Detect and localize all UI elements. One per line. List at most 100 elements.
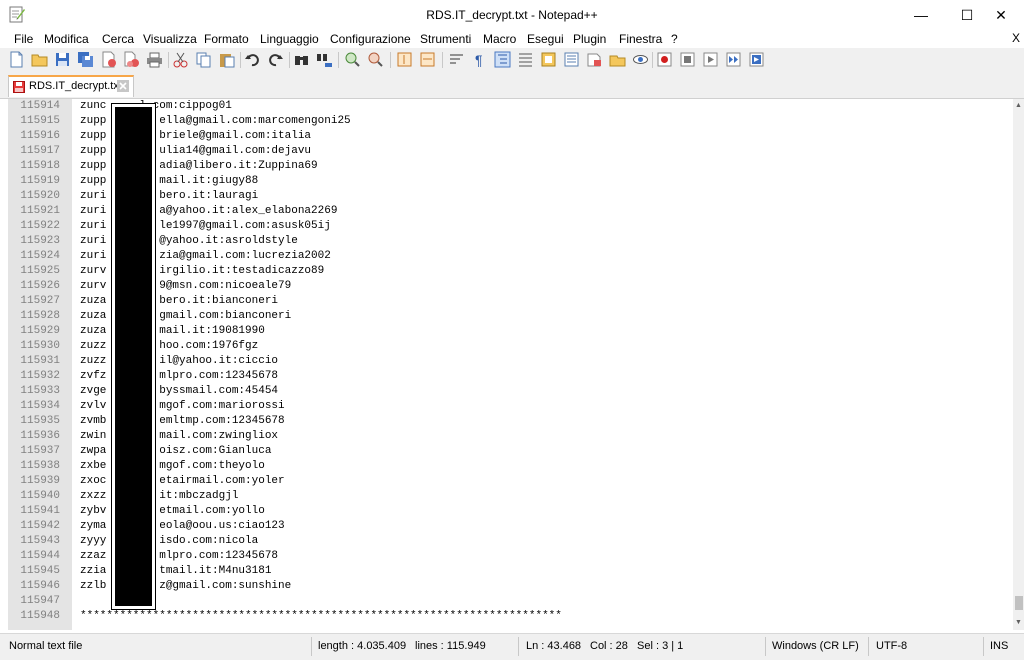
menu-formato[interactable]: Formato	[204, 32, 249, 46]
sync-vertical-icon[interactable]	[396, 51, 413, 68]
line-text[interactable]: zvge byssmail.com:45454	[80, 384, 278, 399]
editor-line[interactable]: 115928 zuza gmail.com:bianconeri	[8, 309, 1012, 324]
monitoring-icon[interactable]	[609, 51, 626, 68]
editor-line[interactable]: 115943 zyyy isdo.com:nicola	[8, 534, 1012, 549]
zoom-in-icon[interactable]	[344, 51, 361, 68]
save-all-icon[interactable]	[77, 51, 94, 68]
menu-file[interactable]: File	[14, 32, 33, 46]
editor-line[interactable]: 115937 zwpa oisz.com:Gianluca	[8, 444, 1012, 459]
indent-guide-icon[interactable]	[494, 51, 511, 68]
line-text[interactable]: zvmb emltmp.com:12345678	[80, 414, 285, 429]
line-text[interactable]: zwpa oisz.com:Gianluca	[80, 444, 271, 459]
line-text[interactable]: zzia tmail.it:M4nu3181	[80, 564, 271, 579]
find-icon[interactable]	[293, 51, 310, 68]
menu-plugin[interactable]: Plugin	[573, 32, 606, 46]
editor-line[interactable]: 115936 zwin mail.com:zwingliox	[8, 429, 1012, 444]
line-text[interactable]: zvlv mgof.com:mariorossi	[80, 399, 285, 414]
editor-line[interactable]: 115929 zuza mail.it:19081990	[8, 324, 1012, 339]
close-document-button[interactable]: X	[1012, 31, 1020, 45]
play-macro-icon[interactable]	[702, 51, 719, 68]
tab-close-icon[interactable]	[117, 80, 129, 92]
replace-icon[interactable]	[316, 51, 333, 68]
line-text[interactable]: zwin mail.com:zwingliox	[80, 429, 278, 444]
zoom-out-icon[interactable]	[367, 51, 384, 68]
editor-line[interactable]: 115933 zvge byssmail.com:45454	[8, 384, 1012, 399]
menu-visualizza[interactable]: Visualizza	[143, 32, 197, 46]
editor-line[interactable]: 115920 zuri bero.it:lauragi	[8, 189, 1012, 204]
vertical-scrollbar[interactable]: ▲ ▼	[1013, 99, 1024, 630]
window-close-button[interactable]: ✕	[978, 0, 1024, 30]
editor-line[interactable]: 115919 zupp mail.it:giugy88	[8, 174, 1012, 189]
menu-esegui[interactable]: Esegui	[527, 32, 564, 46]
undo-icon[interactable]	[244, 51, 261, 68]
line-text[interactable]: zupp mail.it:giugy88	[80, 174, 258, 189]
line-text[interactable]: zybv etmail.com:yollo	[80, 504, 265, 519]
editor-line[interactable]: 115917 zupp ulia14@gmail.com:dejavu	[8, 144, 1012, 159]
record-macro-icon[interactable]	[656, 51, 673, 68]
editor-line[interactable]: 115938 zxbe mgof.com:theyolo	[8, 459, 1012, 474]
text-editor[interactable]: 115914 zunc l.com:cippog01 115915 zupp ella…	[8, 99, 1012, 630]
paste-icon[interactable]	[218, 51, 235, 68]
function-list-icon[interactable]	[563, 51, 580, 68]
line-text[interactable]: ****************************************…	[80, 609, 562, 624]
line-text[interactable]: zuzz hoo.com:1976fgz	[80, 339, 258, 354]
editor-line[interactable]: 115941 zybv etmail.com:yollo	[8, 504, 1012, 519]
tab-rds-decrypt[interactable]: RDS.IT_decrypt.txt	[8, 75, 134, 97]
word-wrap-icon[interactable]	[448, 51, 465, 68]
editor-line[interactable]: 115930 zuzz hoo.com:1976fgz	[8, 339, 1012, 354]
editor-line[interactable]: 115923 zuri @yahoo.it:asroldstyle	[8, 234, 1012, 249]
editor-line[interactable]: 115918 zupp adia@libero.it:Zuppina69	[8, 159, 1012, 174]
cut-icon[interactable]	[172, 51, 189, 68]
editor-line[interactable]: 115925 zurv irgilio.it:testadicazzo89	[8, 264, 1012, 279]
save-icon[interactable]	[54, 51, 71, 68]
show-all-chars-icon[interactable]: ¶	[471, 51, 488, 68]
editor-line[interactable]: 115922 zuri le1997@gmail.com:asusk05ij	[8, 219, 1012, 234]
line-text[interactable]: zxoc etairmail.com:yoler	[80, 474, 285, 489]
editor-line[interactable]: 115935 zvmb emltmp.com:12345678	[8, 414, 1012, 429]
editor-line[interactable]: 115939 zxoc etairmail.com:yoler	[8, 474, 1012, 489]
menu-cerca[interactable]: Cerca	[102, 32, 134, 46]
line-text[interactable]: zyyy isdo.com:nicola	[80, 534, 258, 549]
line-text[interactable]: zuzz il@yahoo.it:ciccio	[80, 354, 278, 369]
close-icon[interactable]	[100, 51, 117, 68]
copy-icon[interactable]	[195, 51, 212, 68]
line-text[interactable]: zyma eola@oou.us:ciao123	[80, 519, 285, 534]
editor-line[interactable]: 115940 zxzz it:mbczadgjl	[8, 489, 1012, 504]
minimize-button[interactable]: —	[898, 0, 944, 30]
menu-help[interactable]: ?	[671, 32, 678, 46]
menu-linguaggio[interactable]: Linguaggio	[260, 32, 319, 46]
editor-line[interactable]: 115945 zzia tmail.it:M4nu3181	[8, 564, 1012, 579]
new-file-icon[interactable]	[8, 51, 25, 68]
editor-line[interactable]: 115932 zvfz mlpro.com:12345678	[8, 369, 1012, 384]
line-text[interactable]: zuza mail.it:19081990	[80, 324, 265, 339]
line-text[interactable]: zuza bero.it:bianconeri	[80, 294, 278, 309]
folder-workspace-icon[interactable]	[586, 51, 603, 68]
editor-line[interactable]: 115948 **********************************…	[8, 609, 1012, 624]
line-text[interactable]: zunc l.com:cippog01	[80, 99, 232, 114]
print-icon[interactable]	[146, 51, 163, 68]
udl-icon[interactable]	[517, 51, 534, 68]
redo-icon[interactable]	[267, 51, 284, 68]
scroll-thumb[interactable]	[1015, 596, 1023, 610]
menu-strumenti[interactable]: Strumenti	[420, 32, 471, 46]
editor-line[interactable]: 115915 zupp ella@gmail.com:marcomengoni25	[8, 114, 1012, 129]
menu-macro[interactable]: Macro	[483, 32, 516, 46]
editor-line[interactable]: 115926 zurv 9@msn.com:nicoeale79	[8, 279, 1012, 294]
save-macro-icon[interactable]	[748, 51, 765, 68]
sync-horizontal-icon[interactable]	[419, 51, 436, 68]
editor-line[interactable]: 115927 zuza bero.it:bianconeri	[8, 294, 1012, 309]
editor-line[interactable]: 115947	[8, 594, 1012, 609]
editor-line[interactable]: 115946 zzlb z@gmail.com:sunshine	[8, 579, 1012, 594]
editor-line[interactable]: 115914 zunc l.com:cippog01	[8, 99, 1012, 114]
open-file-icon[interactable]	[31, 51, 48, 68]
menu-finestra[interactable]: Finestra	[619, 32, 662, 46]
editor-text-area[interactable]: 115914 zunc l.com:cippog01 115915 zupp ella…	[8, 99, 1012, 630]
line-text[interactable]: zuri bero.it:lauragi	[80, 189, 258, 204]
line-text[interactable]: zvfz mlpro.com:12345678	[80, 369, 278, 384]
editor-line[interactable]: 115944 zzaz mlpro.com:12345678	[8, 549, 1012, 564]
editor-line[interactable]: 115934 zvlv mgof.com:mariorossi	[8, 399, 1012, 414]
editor-line[interactable]: 115916 zupp briele@gmail.com:italia	[8, 129, 1012, 144]
eye-icon[interactable]	[632, 51, 649, 68]
editor-line[interactable]: 115931 zuzz il@yahoo.it:ciccio	[8, 354, 1012, 369]
stop-record-icon[interactable]	[679, 51, 696, 68]
